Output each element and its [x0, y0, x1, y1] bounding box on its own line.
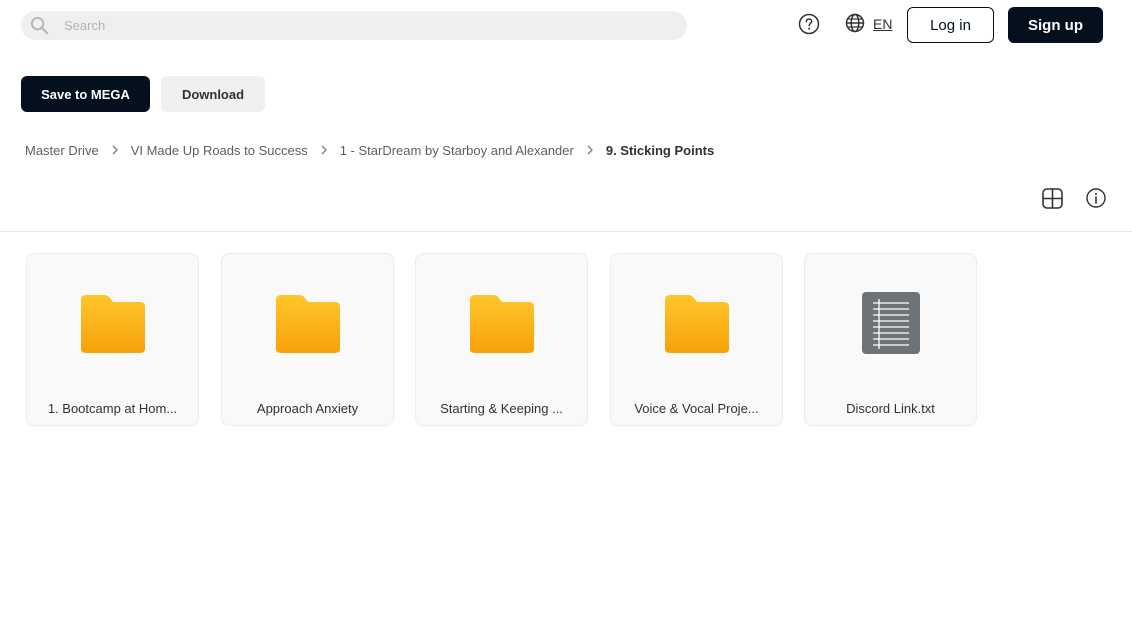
search-icon — [30, 16, 49, 35]
item-name: Starting & Keeping ... — [440, 401, 563, 416]
chevron-right-icon — [321, 145, 327, 155]
folder-icon — [665, 295, 729, 353]
top-bar: EN Log in Sign up — [0, 0, 1132, 50]
folder-icon — [276, 295, 340, 353]
folder-icon — [81, 295, 145, 353]
item-name: Discord Link.txt — [846, 401, 935, 416]
breadcrumb: Master Drive VI Made Up Roads to Success… — [25, 142, 714, 158]
info-icon[interactable] — [1086, 188, 1106, 208]
folder-item[interactable]: 1. Bootcamp at Hom... — [26, 253, 199, 426]
breadcrumb-current: 9. Sticking Points — [605, 142, 715, 158]
folder-icon — [470, 295, 534, 353]
chevron-right-icon — [112, 145, 118, 155]
breadcrumb-item[interactable]: VI Made Up Roads to Success — [131, 143, 308, 158]
language-selector[interactable]: EN — [873, 16, 892, 32]
file-item[interactable]: Discord Link.txt — [804, 253, 977, 426]
breadcrumb-item[interactable]: 1 - StarDream by Starboy and Alexander — [340, 143, 574, 158]
search-bar[interactable] — [21, 11, 687, 40]
item-name: Approach Anxiety — [256, 401, 359, 416]
breadcrumb-item[interactable]: Master Drive — [25, 143, 99, 158]
divider — [0, 231, 1132, 232]
download-button[interactable]: Download — [161, 76, 265, 112]
globe-icon[interactable] — [845, 13, 865, 33]
signup-button[interactable]: Sign up — [1008, 7, 1103, 43]
folder-item[interactable]: Approach Anxiety — [221, 253, 394, 426]
folder-item[interactable]: Starting & Keeping ... — [415, 253, 588, 426]
text-file-icon — [862, 292, 920, 354]
chevron-right-icon — [587, 145, 593, 155]
folder-item[interactable]: Voice & Vocal Proje... — [610, 253, 783, 426]
help-icon[interactable] — [798, 13, 820, 35]
search-input[interactable] — [64, 11, 664, 40]
item-name: 1. Bootcamp at Hom... — [47, 401, 178, 416]
login-button[interactable]: Log in — [907, 7, 994, 43]
item-name: Voice & Vocal Proje... — [634, 401, 759, 416]
grid-view-icon[interactable] — [1042, 188, 1063, 209]
save-to-mega-button[interactable]: Save to MEGA — [21, 76, 150, 112]
